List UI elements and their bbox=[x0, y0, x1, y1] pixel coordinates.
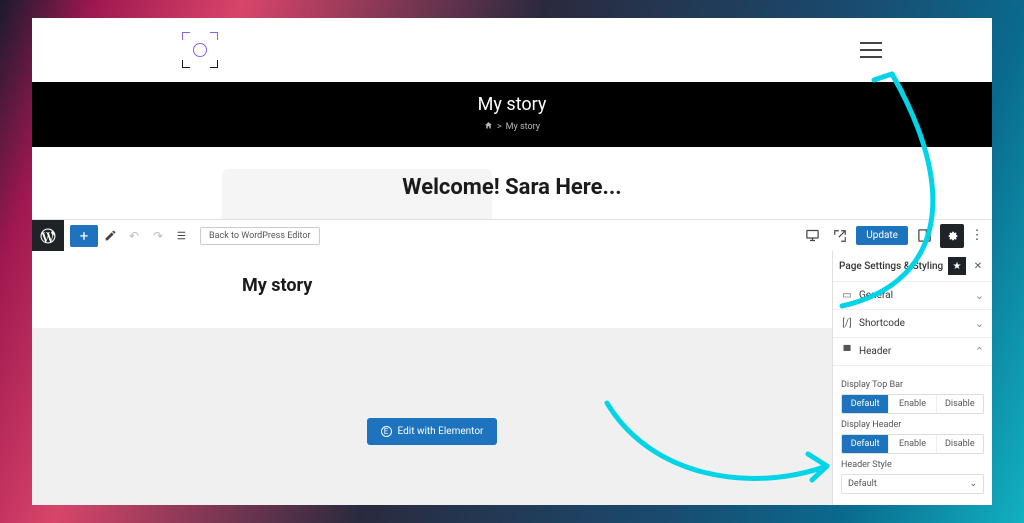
chevron-up-icon: ⌃ bbox=[975, 345, 984, 358]
document-outline-button[interactable] bbox=[170, 220, 194, 252]
add-block-button[interactable]: + bbox=[70, 225, 98, 247]
back-to-wp-editor-button[interactable]: Back to WordPress Editor bbox=[200, 227, 320, 245]
desktop-preview-button[interactable] bbox=[800, 224, 824, 248]
welcome-section: Welcome! Sara Here... bbox=[32, 147, 992, 219]
header-default-option[interactable]: Default bbox=[842, 435, 889, 453]
edit-mode-button[interactable] bbox=[98, 220, 122, 252]
preview-link-button[interactable] bbox=[828, 224, 852, 248]
wordpress-logo-button[interactable] bbox=[32, 220, 64, 252]
undo-button[interactable]: ↶ bbox=[122, 220, 146, 252]
page-title[interactable]: My story bbox=[32, 251, 832, 329]
header-section-content: Display Top Bar Default Enable Disable D… bbox=[833, 366, 992, 498]
breadcrumb-current: My story bbox=[506, 122, 540, 132]
header-enable-option[interactable]: Enable bbox=[889, 435, 936, 453]
display-top-bar-segmented: Default Enable Disable bbox=[841, 394, 984, 414]
site-logo[interactable] bbox=[182, 32, 218, 68]
theme-settings-button[interactable] bbox=[940, 224, 964, 248]
wp-editor-toolbar: + ↶ ↷ Back to WordPress Editor Update bbox=[32, 219, 992, 251]
display-top-bar-label: Display Top Bar bbox=[841, 380, 984, 390]
favorite-button[interactable]: ★ bbox=[948, 257, 966, 275]
editor-canvas[interactable]: My story E Edit with Elementor bbox=[32, 251, 832, 505]
header-icon: ▀ bbox=[841, 346, 853, 357]
header-style-select[interactable]: Default ⌄ bbox=[841, 474, 984, 494]
display-header-label: Display Header bbox=[841, 420, 984, 430]
top-bar-disable-option[interactable]: Disable bbox=[937, 395, 983, 413]
header-disable-option[interactable]: Disable bbox=[937, 435, 983, 453]
settings-sidebar-toggle[interactable] bbox=[912, 224, 936, 248]
home-icon[interactable] bbox=[484, 121, 493, 133]
chevron-down-icon: ⌄ bbox=[975, 317, 984, 330]
hamburger-menu-button[interactable] bbox=[860, 42, 882, 58]
more-options-button[interactable]: ⋮ bbox=[968, 224, 986, 248]
page-hero-title: My story bbox=[32, 94, 992, 115]
site-header bbox=[32, 18, 992, 82]
header-style-label: Header Style bbox=[841, 460, 984, 470]
page-hero-banner: My story > My story bbox=[32, 82, 992, 147]
breadcrumb: > My story bbox=[32, 121, 992, 133]
sidebar-title: Page Settings & Styling bbox=[839, 261, 948, 272]
header-style-value: Default bbox=[848, 479, 877, 489]
edit-with-elementor-button[interactable]: E Edit with Elementor bbox=[367, 418, 498, 445]
display-header-segmented: Default Enable Disable bbox=[841, 434, 984, 454]
sidebar-section-shortcode[interactable]: [/] Shortcode ⌄ bbox=[833, 310, 992, 338]
chevron-down-icon: ⌄ bbox=[969, 479, 977, 489]
close-sidebar-button[interactable]: ✕ bbox=[970, 257, 986, 275]
welcome-heading: Welcome! Sara Here... bbox=[402, 175, 621, 200]
redo-button[interactable]: ↷ bbox=[146, 220, 170, 252]
elementor-button-label: Edit with Elementor bbox=[398, 426, 484, 437]
settings-sidebar: Page Settings & Styling ★ ✕ ▭ General ⌄ … bbox=[832, 251, 992, 505]
top-bar-default-option[interactable]: Default bbox=[842, 395, 889, 413]
top-bar-enable-option[interactable]: Enable bbox=[889, 395, 936, 413]
sidebar-section-general[interactable]: ▭ General ⌄ bbox=[833, 282, 992, 310]
sidebar-section-header[interactable]: ▀ Header ⌃ bbox=[833, 338, 992, 366]
elementor-icon: E bbox=[381, 426, 392, 437]
chevron-down-icon: ⌄ bbox=[975, 289, 984, 302]
update-button[interactable]: Update bbox=[856, 226, 908, 245]
learn-header-settings-link[interactable]: i Learn how to use the Header settings bbox=[833, 502, 992, 505]
general-icon: ▭ bbox=[841, 290, 853, 301]
shortcode-icon: [/] bbox=[841, 318, 853, 329]
breadcrumb-separator: > bbox=[497, 122, 502, 132]
